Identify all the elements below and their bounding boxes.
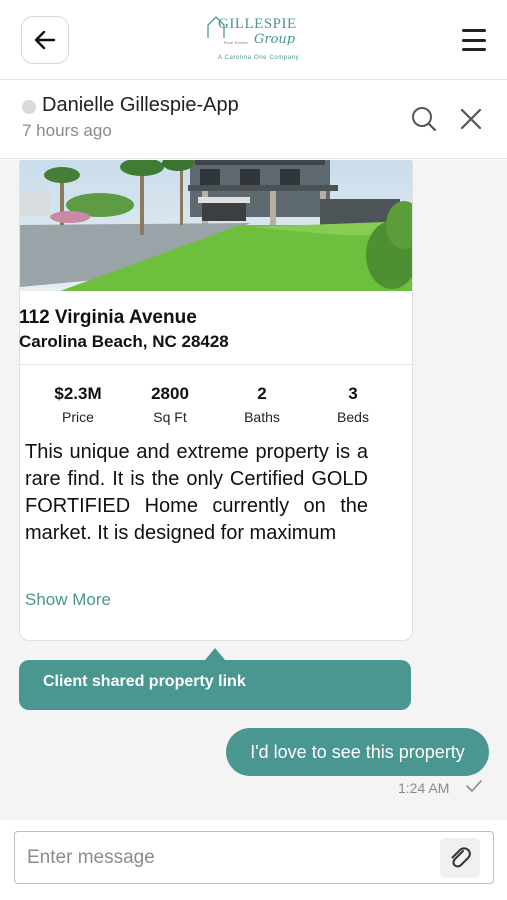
contact-name: Danielle Gillespie-App <box>42 94 239 116</box>
message-timestamp: 1:24 AM <box>398 780 450 796</box>
bubble-pointer <box>205 648 225 660</box>
shared-property-notice: Client shared property link <box>19 660 411 710</box>
chat-area[interactable]: 112 Virginia Avenue Carolina Beach, NC 2… <box>0 160 507 820</box>
brand-logo: GILLESPIE Real Estate Group A Carolina O… <box>206 14 306 66</box>
presence-indicator <box>22 100 36 114</box>
stat-price: $2.3M Price <box>38 384 118 425</box>
stat-value: 2800 <box>151 384 189 403</box>
stat-label: Baths <box>244 409 280 425</box>
stat-baths: 2 Baths <box>222 384 302 425</box>
message-input[interactable] <box>14 831 494 884</box>
attach-button[interactable] <box>440 838 480 878</box>
logo-script-text: Group <box>254 32 296 47</box>
property-address-line1: 112 Virginia Avenue <box>19 307 197 328</box>
stat-value: 2 <box>257 384 267 403</box>
logo-tagline: Real Estate <box>224 40 248 45</box>
last-seen-time: 7 hours ago <box>22 121 112 140</box>
stat-label: Price <box>62 409 94 425</box>
property-description: This unique and extreme property is a ra… <box>25 441 368 544</box>
arrow-left-icon <box>34 30 56 50</box>
stat-value: $2.3M <box>54 384 102 403</box>
back-button[interactable] <box>21 16 69 64</box>
checkmark-icon <box>466 780 482 792</box>
search-button[interactable] <box>410 105 438 133</box>
search-icon <box>412 107 437 132</box>
stat-value: 3 <box>348 384 358 403</box>
show-more-link[interactable]: Show More <box>25 590 111 610</box>
hamburger-menu-icon[interactable] <box>458 26 490 54</box>
logo-company-text: A Carolina One Company <box>218 55 300 61</box>
close-button[interactable] <box>458 106 484 132</box>
stat-label: Sq Ft <box>153 409 187 425</box>
stat-label: Beds <box>337 409 369 425</box>
close-icon <box>460 108 482 130</box>
paperclip-icon <box>451 847 471 868</box>
menu-bar <box>462 29 486 32</box>
logo-brand-text: GILLESPIE <box>218 16 297 32</box>
property-address-line2: Carolina Beach, NC 28428 <box>19 332 229 351</box>
stat-sqft: 2800 Sq Ft <box>130 384 210 425</box>
menu-bar <box>462 38 486 42</box>
property-photo <box>20 160 412 291</box>
stat-beds: 3 Beds <box>313 384 393 425</box>
outgoing-message-bubble[interactable]: I'd love to see this property <box>226 728 489 776</box>
menu-bar <box>462 48 486 51</box>
